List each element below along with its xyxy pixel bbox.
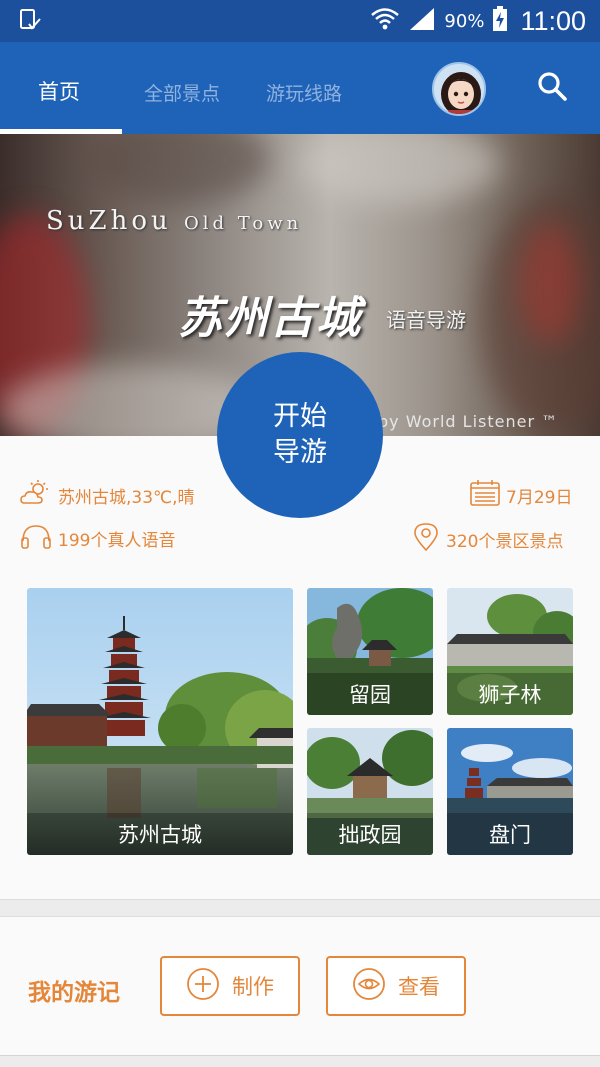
tab-home[interactable]: 首页 [38,76,80,106]
tab-tour-routes[interactable]: 游玩线路 [266,79,342,106]
avatar[interactable] [432,62,486,116]
banner-title-en-sub: Old Town [184,213,303,234]
battery-percent: 90% [444,10,485,32]
tile-pan-gate[interactable]: 盘门 [447,728,573,855]
weather-text: 苏州古城,33℃,晴 [58,488,195,508]
banner-credit: by World Listener ™ [378,412,559,431]
start-tour-label-1: 开始 [273,401,327,432]
headphones-icon [20,523,52,554]
tile-lingering-garden[interactable]: 留园 [307,588,433,715]
my-travelogue-card: 我的游记 制作 查看 [0,916,600,1056]
calendar-icon [470,480,500,511]
banner-title-en: SuZhou Old Town [46,206,302,236]
partly-cloudy-icon [20,480,52,511]
tile-lion-grove[interactable]: 狮子林 [447,588,573,715]
start-tour-button[interactable]: 开始 导游 [217,352,383,518]
screenshot-notification-icon [18,8,42,36]
tile-humble-administrators-garden[interactable]: 拙政园 [307,728,433,855]
view-travelogue-button[interactable]: 查看 [326,956,466,1016]
spots-info: 320个景区景点 [412,523,563,556]
view-label: 查看 [398,975,440,999]
signal-icon [408,6,436,36]
tile-label: 盘门 [447,813,573,855]
start-tour-label-2: 导游 [273,437,327,468]
tab-all-attractions[interactable]: 全部景点 [144,79,220,106]
tile-label: 留园 [307,673,433,715]
tile-label: 苏州古城 [27,813,293,855]
date-info: 7月29日 [470,480,572,511]
tile-suzhou-old-town[interactable]: 苏州古城 [27,588,293,855]
location-pin-icon [412,523,440,556]
create-label: 制作 [232,975,274,999]
tile-label: 狮子林 [447,673,573,715]
spots-text: 320个景区景点 [446,532,564,552]
weather-info: 苏州古城,33℃,晴 [20,480,195,511]
banner-title-cn: 苏州古城 [178,293,362,344]
eye-icon [352,967,386,1006]
plus-circle-icon [186,967,220,1006]
my-travelogue-title: 我的游记 [28,980,120,1006]
voices-info: 199个真人语音 [20,523,175,554]
clock: 11:00 [520,5,586,36]
banner-subtitle: 语音导游 [386,308,466,332]
create-travelogue-button[interactable]: 制作 [160,956,300,1016]
wifi-icon [370,6,400,36]
banner-title-en-main: SuZhou [46,206,172,236]
battery-charging-icon [492,6,508,36]
date-text: 7月29日 [506,488,573,508]
search-icon[interactable] [536,70,568,106]
app-bar: 首页 全部景点 游玩线路 [0,42,600,134]
status-bar: 90% 11:00 [0,0,600,42]
tile-label: 拙政园 [307,813,433,855]
voices-text: 199个真人语音 [58,531,176,551]
